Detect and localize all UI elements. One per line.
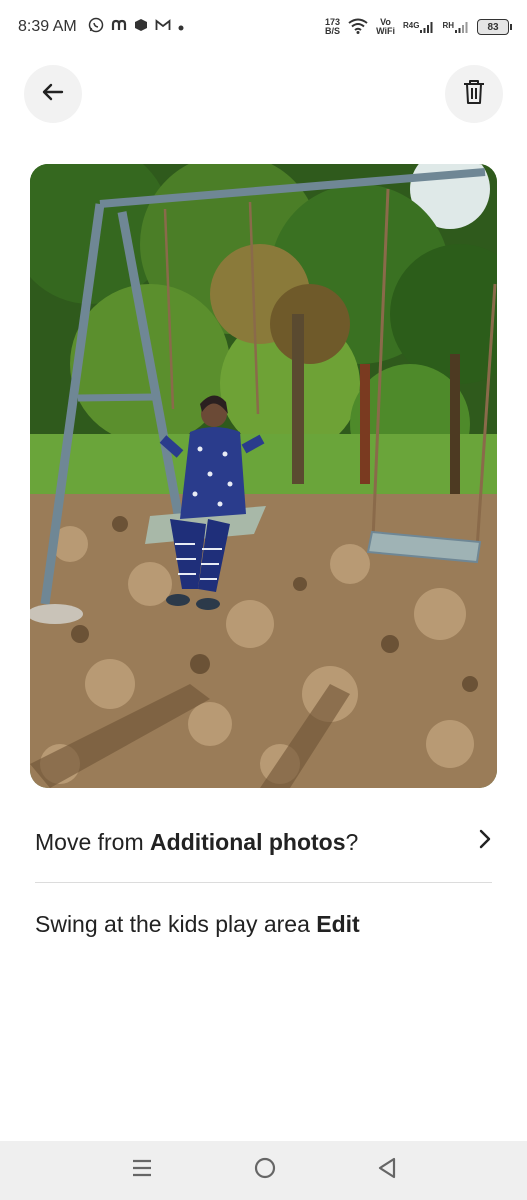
gmail-icon bbox=[155, 18, 171, 37]
status-left: 8:39 AM bbox=[18, 17, 184, 38]
battery-level: 83 bbox=[487, 21, 499, 33]
signal-sim2-icon: RH bbox=[442, 21, 469, 33]
system-nav-bar bbox=[0, 1141, 527, 1200]
network-speed: 173 B/S bbox=[325, 18, 340, 36]
album-name: Additional photos bbox=[150, 828, 346, 855]
home-circle-icon[interactable] bbox=[253, 1156, 277, 1185]
edit-caption-button[interactable]: Edit bbox=[316, 911, 359, 938]
photo-caption: Swing at the kids play area bbox=[35, 910, 310, 937]
arrow-left-icon bbox=[40, 79, 66, 110]
status-right: 173 B/S Vo WiFi R4G RH 83 bbox=[325, 18, 512, 36]
whatsapp-icon bbox=[88, 17, 104, 38]
network-speed-unit: B/S bbox=[325, 26, 341, 36]
chevron-right-icon bbox=[478, 828, 492, 856]
signal-sim1-icon: R4G bbox=[403, 21, 434, 33]
battery-icon: 83 bbox=[477, 19, 512, 35]
move-album-row[interactable]: Move from Additional photos? bbox=[35, 824, 492, 860]
sim2-label: RH bbox=[442, 21, 454, 30]
back-button[interactable] bbox=[24, 65, 82, 123]
vowifi-bottom: WiFi bbox=[376, 26, 395, 36]
wifi-icon bbox=[348, 18, 368, 36]
messenger-m-icon bbox=[111, 17, 127, 38]
divider bbox=[35, 882, 492, 883]
vowifi-indicator: Vo WiFi bbox=[376, 18, 395, 36]
back-triangle-icon[interactable] bbox=[377, 1157, 397, 1184]
sim1-label: R4G bbox=[402, 21, 420, 30]
trash-icon bbox=[462, 79, 486, 110]
menu-icon[interactable] bbox=[131, 1158, 153, 1183]
move-prefix: Move from bbox=[35, 828, 151, 855]
photo-swing[interactable] bbox=[30, 164, 497, 788]
delete-button[interactable] bbox=[445, 65, 503, 123]
status-time: 8:39 AM bbox=[18, 18, 77, 35]
more-notifications-dot-icon bbox=[178, 18, 184, 36]
photo-image bbox=[30, 164, 497, 788]
hexagon-app-icon bbox=[134, 18, 148, 37]
status-bar: 8:39 AM 173 B/S Vo WiFi R4G RH 83 bbox=[0, 0, 527, 54]
move-suffix: ? bbox=[345, 828, 359, 855]
caption-row: Swing at the kids play area Edit bbox=[35, 906, 492, 942]
move-album-text: Move from Additional photos? bbox=[35, 829, 358, 856]
